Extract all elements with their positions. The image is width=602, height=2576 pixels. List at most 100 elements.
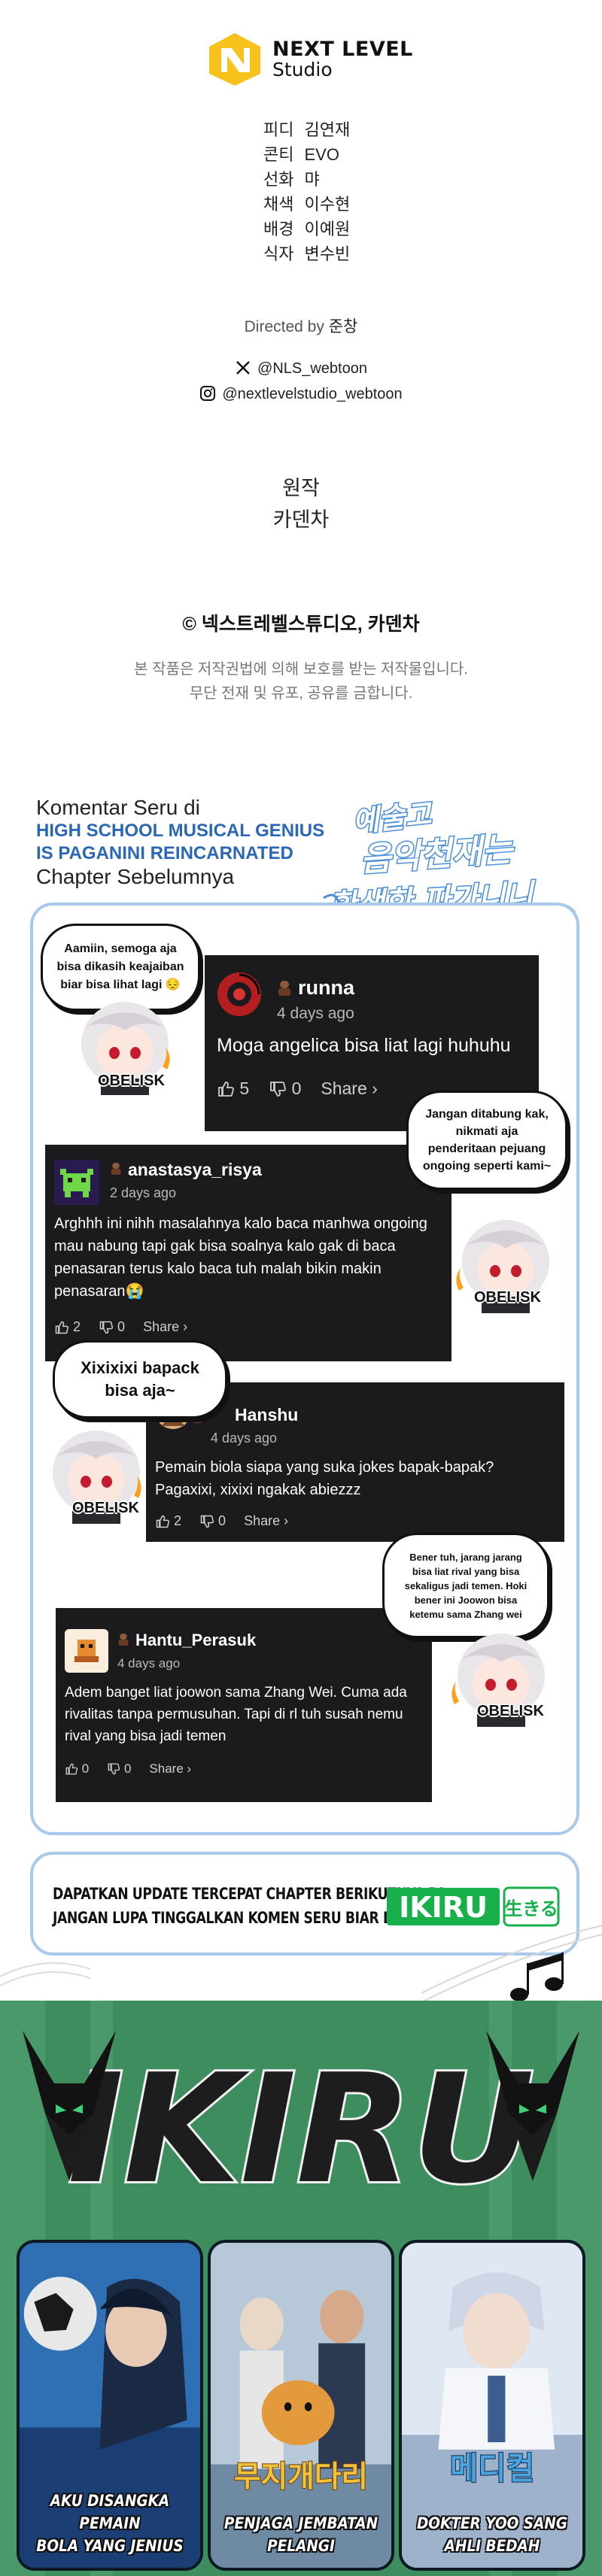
ikiru-section: IKIRU AKU DISANGKA PEMAIN BOLA YANG JENI… — [0, 2001, 602, 2576]
rights-line1: 본 작품은 저작권법에 의해 보호를 받는 저작물입니다. — [134, 661, 468, 678]
social-x[interactable]: @NLS_webtoon — [0, 360, 602, 378]
series-card[interactable]: AKU DISANGKA PEMAIN BOLA YANG JENIUS — [17, 2240, 203, 2571]
comment-actions: 5 0 Share › — [217, 1079, 378, 1099]
credit-role: 배경 — [263, 220, 294, 238]
mascot: OBELISK — [66, 997, 185, 1095]
share-button[interactable]: Share › — [143, 1319, 187, 1335]
credit-row: 채색 이수현 — [263, 192, 350, 217]
comment-text: Pemain biola siapa yang suka jokes bapak… — [155, 1459, 494, 1498]
comments-heading: Komentar Seru di HIGH SCHOOL MUSICAL GEN… — [36, 796, 324, 889]
thumbs-up-icon — [218, 1081, 234, 1097]
studio-logo: NEXT LEVEL Studio — [205, 32, 413, 87]
next-level-logo-icon — [209, 33, 260, 86]
comment-actions: 2 0 Share › — [54, 1319, 187, 1335]
studio-name-line1: NEXT LEVEL — [272, 37, 413, 61]
comment-time: 4 days ago — [211, 1431, 278, 1446]
thumbs-up-icon — [65, 1763, 78, 1775]
series-card-label: DOKTER YOO SANG AHLI BEDAH — [412, 2512, 571, 2557]
share-button[interactable]: Share › — [321, 1079, 377, 1099]
music-notes-icon — [421, 1925, 602, 2003]
comment-username[interactable]: anastasya_risya — [128, 1160, 262, 1180]
series-title-line2: IS PAGANINI REINCARNATED — [36, 843, 293, 863]
credit-name: 변수빈 — [304, 244, 351, 263]
user-avatar-icon — [65, 1629, 108, 1673]
series-card-label-line1: AKU DISANGKA PEMAIN — [50, 2492, 170, 2532]
credit-name: 이예원 — [304, 220, 351, 238]
credit-row: 배경 이예원 — [263, 217, 350, 241]
like-count: 5 — [239, 1079, 250, 1098]
comment-time: 4 days ago — [277, 1005, 354, 1022]
dislike-count: 0 — [291, 1079, 302, 1098]
comment-card: anastasya_risya 2 days ago Arghhh ini ni… — [45, 1145, 451, 1361]
series-card-label-line2: BOLA YANG JENIUS — [36, 2537, 184, 2555]
like-count: 2 — [174, 1513, 182, 1528]
credit-row: 선화 먀 — [263, 167, 350, 192]
series-card-art-text: 메디컬 — [450, 2450, 534, 2486]
original-work: 원작 카덴차 — [0, 472, 602, 536]
rank-badge-icon — [278, 981, 290, 996]
credits-list: 피디 김연재 콘티 EVO 선화 먀 채색 이수현 배경 이예원 식자 변수빈 — [263, 117, 350, 266]
thumbs-down-icon — [108, 1763, 120, 1775]
credit-name: 김연재 — [304, 120, 351, 139]
credit-name: 이수현 — [304, 195, 351, 214]
directed-label: Directed by — [244, 318, 324, 335]
dislike-button[interactable]: 0 — [99, 1319, 125, 1335]
user-avatar-icon — [54, 1160, 99, 1205]
x-handle[interactable]: @NLS_webtoon — [257, 360, 367, 377]
rights-line2: 무단 전재 및 유포, 공유를 금합니다. — [189, 685, 413, 702]
mascot-caption: OBELISK — [72, 1500, 139, 1516]
comment-text: Moga angelica bisa liat lagi huhuhu — [217, 1035, 511, 1056]
dislike-count: 0 — [117, 1319, 126, 1334]
credit-name: 먀 — [304, 170, 320, 189]
x-logo-icon — [236, 361, 250, 375]
comment-text: Arghhh ini nihh masalahnya kalo baca man… — [54, 1215, 427, 1300]
share-button[interactable]: Share › — [149, 1761, 191, 1776]
credit-name: EVO — [304, 145, 339, 164]
like-button[interactable]: 0 — [65, 1761, 89, 1776]
dislike-count: 0 — [218, 1513, 227, 1528]
studio-name: NEXT LEVEL Studio — [272, 37, 413, 81]
speech-bubble: Bener tuh, jarang jarang bisa liat rival… — [382, 1533, 549, 1638]
comment-username[interactable]: runna — [298, 976, 354, 1000]
thumbs-down-icon — [200, 1515, 214, 1528]
series-card-label-line1: DOKTER YOO SANG — [416, 2514, 568, 2532]
series-card-label: AKU DISANGKA PEMAIN BOLA YANG JENIUS — [30, 2490, 189, 2557]
like-button[interactable]: 5 — [217, 1079, 249, 1099]
credit-role: 식자 — [263, 244, 294, 263]
mascot: OBELISK — [38, 1426, 157, 1524]
dislike-button[interactable]: 0 — [199, 1513, 226, 1529]
share-button[interactable]: Share › — [244, 1513, 288, 1529]
speech-bubble: Xixixixi bapack bisa aja~ — [53, 1340, 227, 1418]
series-card-label-line2: AHLI BEDAH — [444, 2537, 540, 2555]
series-title-line1: HIGH SCHOOL MUSICAL GENIUS — [36, 821, 325, 841]
ikiru-title: IKIRU — [68, 2042, 534, 2217]
instagram-handle[interactable]: @nextlevelstudio_webtoon — [222, 386, 402, 402]
rank-badge-icon — [118, 1634, 129, 1646]
rank-badge-icon — [111, 1163, 121, 1175]
dislike-button[interactable]: 0 — [107, 1761, 131, 1776]
like-button[interactable]: 2 — [155, 1513, 181, 1529]
korean-logo-line2: 음악천재는 — [359, 830, 516, 879]
comment-text: Adem banget liat joowon sama Zhang Wei. … — [65, 1685, 407, 1744]
page: NEXT LEVEL Studio 피디 김연재 콘티 EVO 선화 먀 채색 이수현 … — [0, 0, 602, 2576]
series-card[interactable]: 메디컬 DOKTER YOO SANG AHLI BEDAH — [399, 2240, 585, 2571]
comment-actions: 0 0 Share › — [65, 1761, 191, 1776]
dislike-button[interactable]: 0 — [269, 1079, 301, 1099]
credit-row: 피디 김연재 — [263, 117, 350, 142]
thumbs-up-icon — [156, 1515, 170, 1528]
studio-name-line2: Studio — [272, 59, 333, 81]
series-card-label-line1: PENJAGA JEMBATAN — [223, 2514, 379, 2532]
series-card-label: PENJAGA JEMBATAN PELANGI — [221, 2512, 380, 2557]
series-card[interactable]: 무지개다리 PENJAGA JEMBATAN PELANGI — [208, 2240, 394, 2571]
korean-logo-line1: 예술고 — [351, 797, 435, 839]
comment-username[interactable]: Hanshu — [235, 1405, 298, 1425]
mascot-caption: OBELISK — [474, 1289, 541, 1306]
thumbs-down-icon — [99, 1321, 114, 1334]
like-button[interactable]: 2 — [54, 1319, 81, 1335]
social-instagram[interactable]: @nextlevelstudio_webtoon — [0, 385, 602, 403]
dislike-count: 0 — [123, 1761, 132, 1776]
like-count: 0 — [81, 1761, 90, 1776]
credit-row: 콘티 EVO — [263, 142, 350, 167]
comment-username[interactable]: Hantu_Perasuk — [135, 1631, 256, 1650]
credit-role: 선화 — [263, 170, 294, 189]
